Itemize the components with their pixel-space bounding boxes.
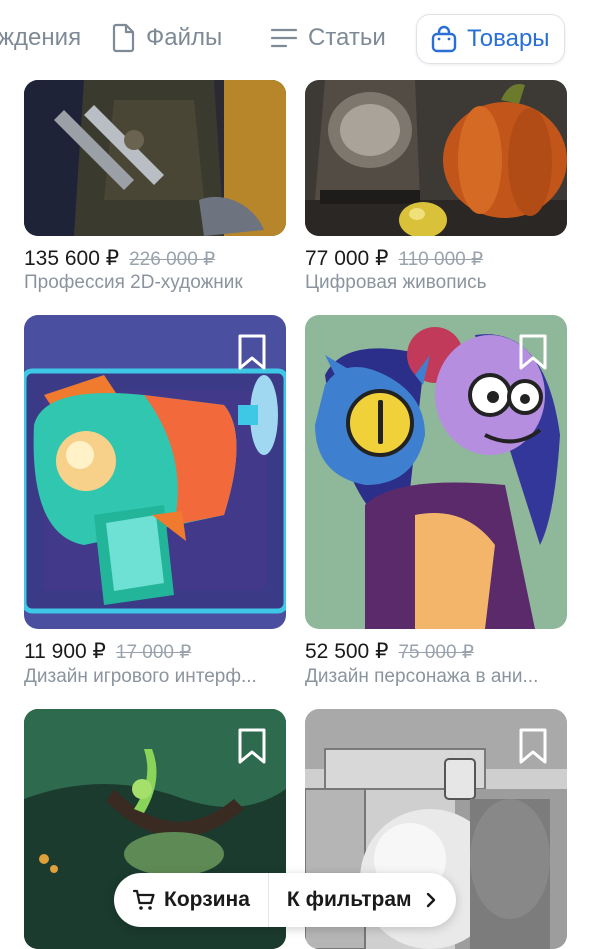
- tab-products[interactable]: Товары: [416, 14, 565, 64]
- tab-products-label: Товары: [467, 25, 550, 52]
- bookmark-icon[interactable]: [517, 333, 549, 371]
- filters-button[interactable]: К фильтрам: [269, 873, 456, 927]
- product-card-digital-painting[interactable]: 77 000 ₽ 110 000 ₽ Цифровая живопись: [305, 80, 567, 295]
- cart-label: Корзина: [164, 888, 250, 911]
- price: 77 000 ₽: [305, 247, 389, 270]
- bookmark-icon[interactable]: [236, 727, 268, 765]
- product-title: Дизайн игрового интерф...: [24, 666, 257, 687]
- tab-files-label: Файлы: [146, 24, 223, 51]
- price-row: 11 900 ₽ 17 000 ₽: [24, 639, 191, 664]
- product-image: [305, 80, 567, 236]
- product-title: Дизайн персонажа в ани...: [305, 666, 539, 687]
- product-image: [24, 315, 286, 629]
- product-card-character-design[interactable]: 52 500 ₽ 75 000 ₽ Дизайн персонажа в ани…: [305, 315, 567, 695]
- product-card-2d-artist[interactable]: 135 600 ₽ 226 000 ₽ Профессия 2D-художни…: [24, 80, 286, 295]
- old-price: 75 000 ₽: [398, 642, 474, 663]
- tab-partial-label: ждения: [0, 24, 82, 51]
- product-title: Профессия 2D-художник: [24, 272, 243, 293]
- cart-button[interactable]: Корзина: [114, 873, 268, 927]
- old-price: 226 000 ₽: [129, 249, 216, 270]
- section-tabs: ждения Файлы Статьи Товары: [0, 0, 591, 80]
- old-price: 110 000 ₽: [398, 249, 484, 270]
- price-row: 135 600 ₽ 226 000 ₽: [24, 246, 215, 271]
- tab-articles[interactable]: Статьи: [270, 14, 386, 62]
- bookmark-icon[interactable]: [236, 333, 268, 371]
- bottom-action-bar: Корзина К фильтрам: [114, 873, 456, 927]
- product-title: Цифровая живопись: [305, 272, 487, 293]
- bookmark-icon[interactable]: [517, 727, 549, 765]
- price: 135 600 ₽: [24, 247, 120, 270]
- list-icon: [270, 28, 298, 48]
- chevron-right-icon: [426, 892, 435, 908]
- filters-label: К фильтрам: [286, 888, 412, 911]
- file-icon: [112, 23, 135, 53]
- product-image: [24, 80, 286, 236]
- tab-partial[interactable]: ждения: [0, 14, 81, 62]
- price: 11 900 ₽: [24, 640, 106, 663]
- tab-articles-label: Статьи: [308, 24, 386, 51]
- old-price: 17 000 ₽: [115, 642, 192, 663]
- price-row: 52 500 ₽ 75 000 ₽: [305, 639, 474, 664]
- product-card-game-ui-design[interactable]: 11 900 ₽ 17 000 ₽ Дизайн игрового интерф…: [24, 315, 286, 695]
- product-image: [305, 315, 567, 629]
- price-row: 77 000 ₽ 110 000 ₽: [305, 246, 483, 271]
- tab-files[interactable]: Файлы: [112, 14, 222, 62]
- price: 52 500 ₽: [305, 640, 389, 663]
- shopping-bag-icon: [431, 25, 457, 53]
- cart-icon: [132, 889, 155, 910]
